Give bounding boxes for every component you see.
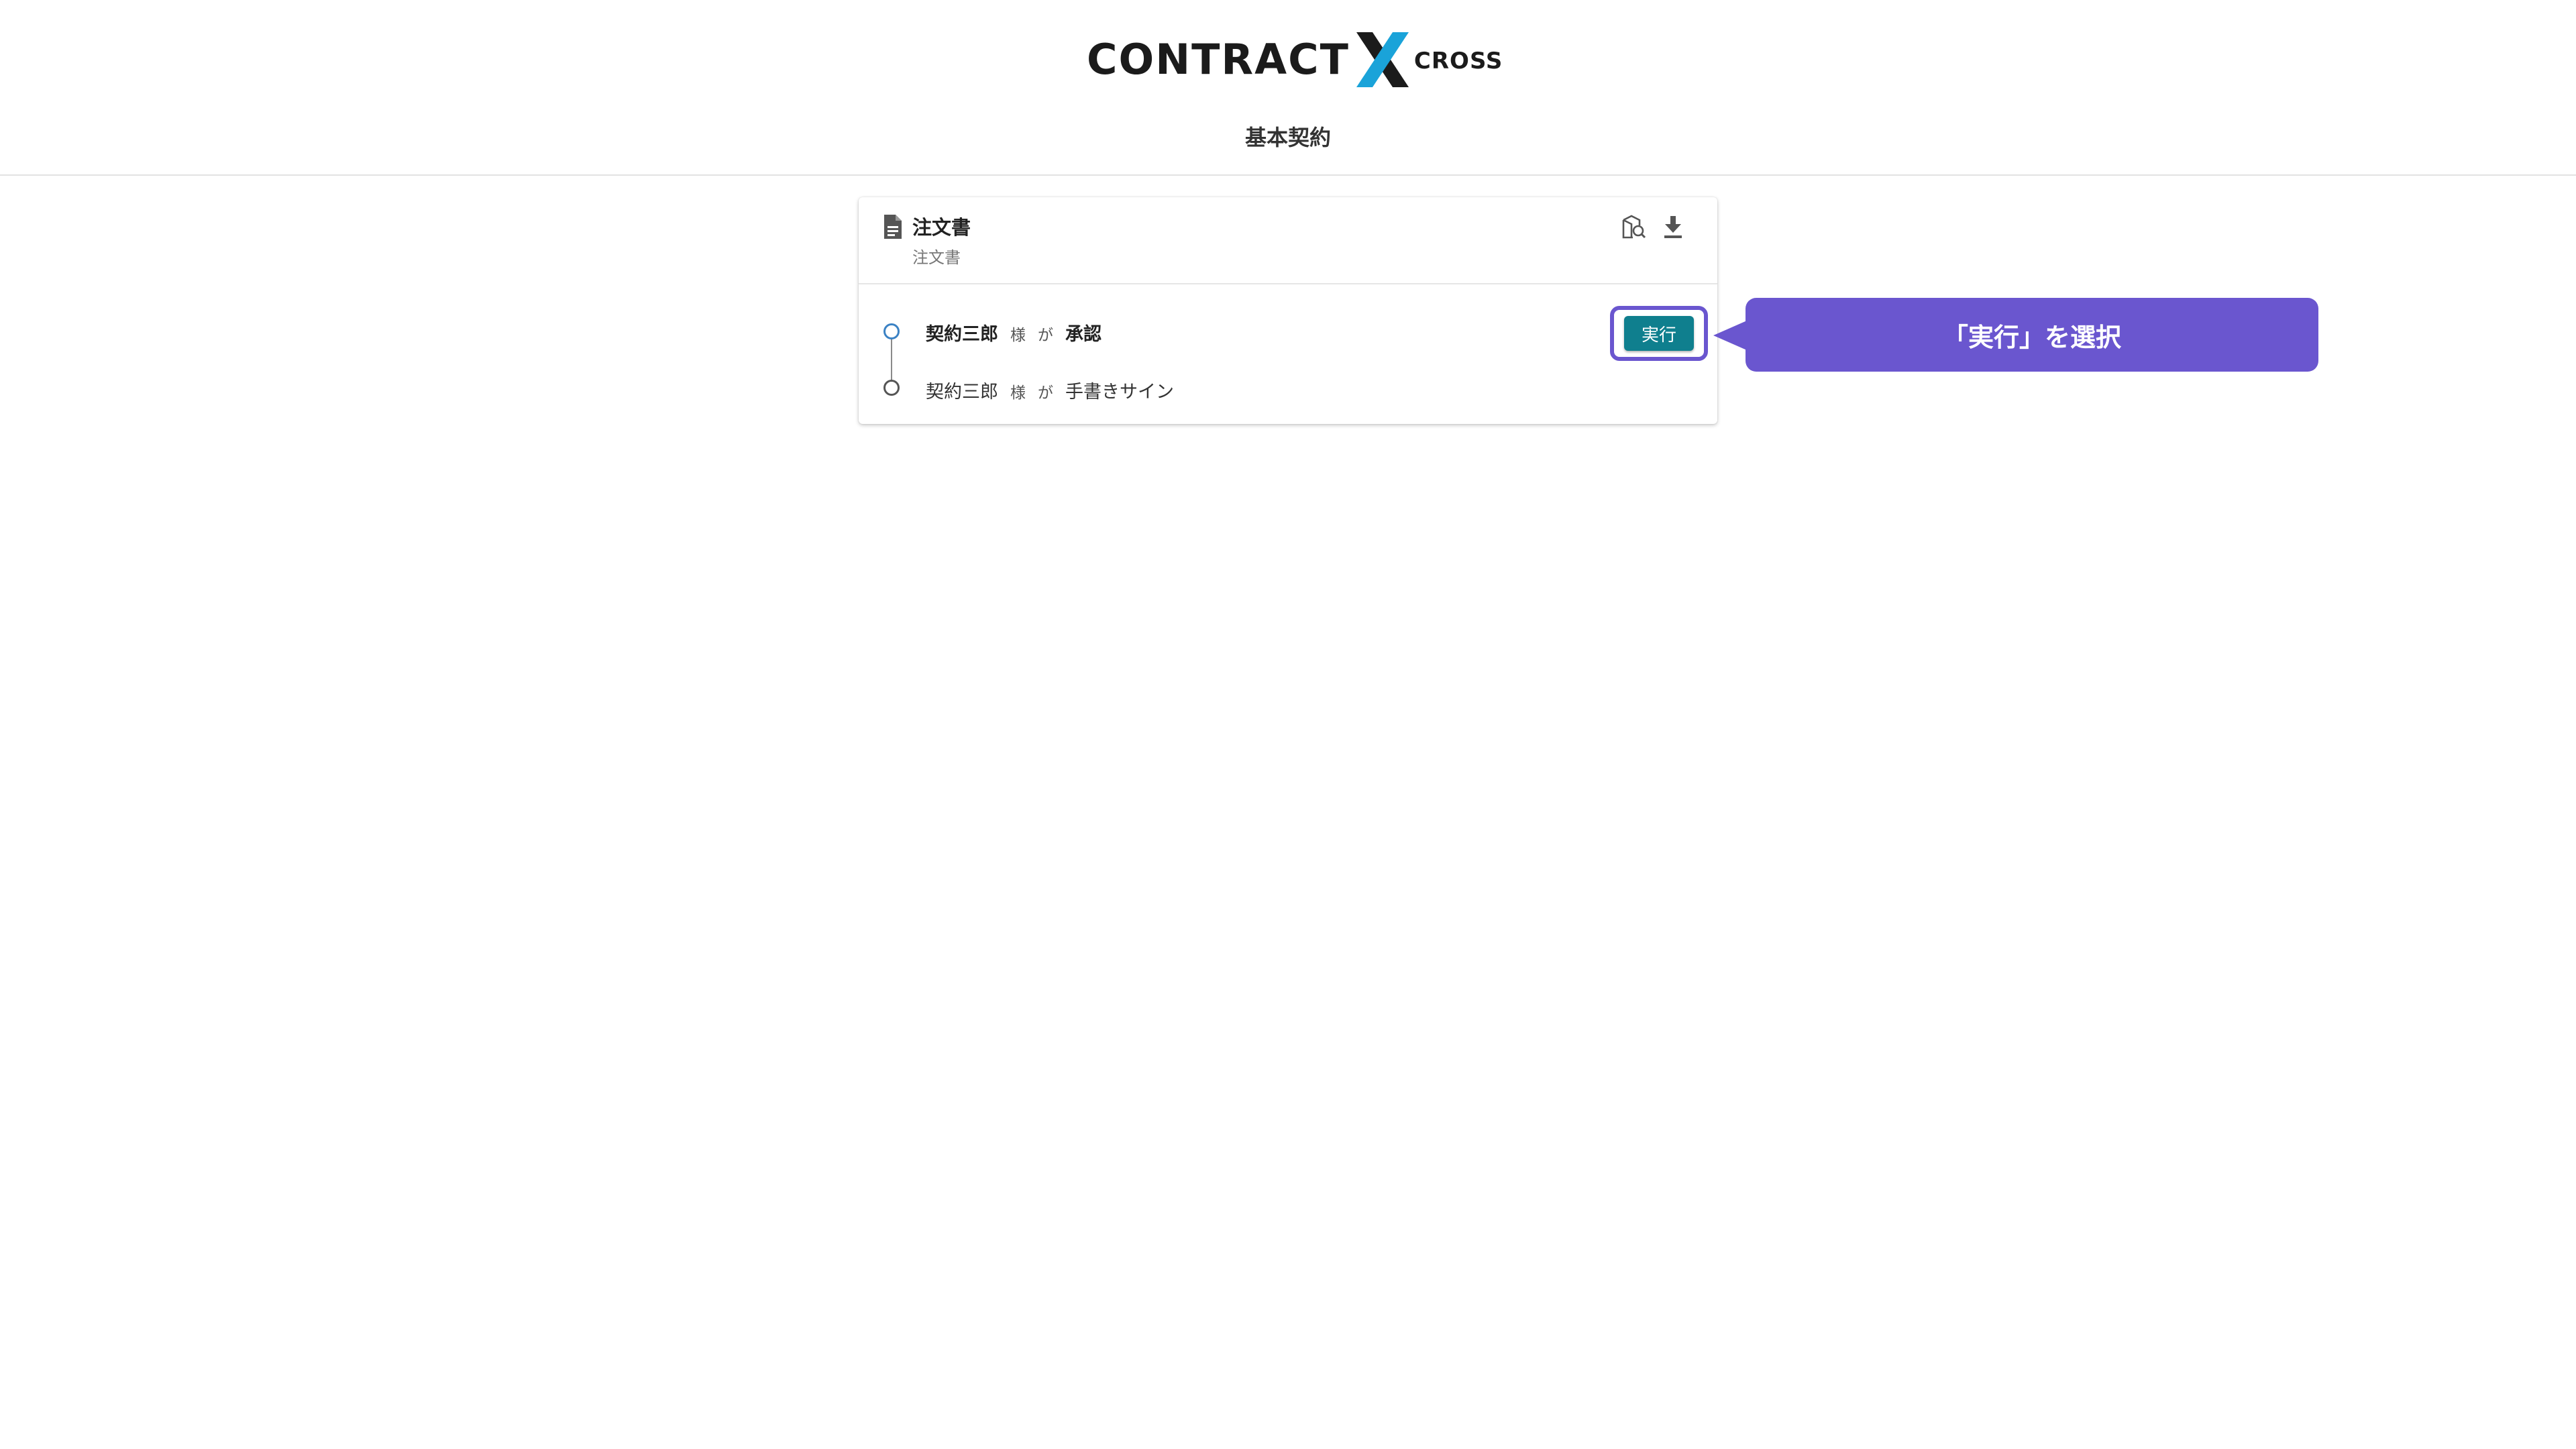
step-honorific: 様 [1010,384,1026,402]
download-icon[interactable] [1657,211,1689,243]
document-subtitle: 注文書 [912,248,961,267]
workflow-step-approve: 契約三郎 様 が 承認 [926,319,1102,345]
location-search-icon[interactable] [1617,211,1649,243]
callout-arrow-icon [1713,321,1747,350]
document-card: 注文書 注文書 契約三郎 様 が 承認 契約三郎 様 が 手書きサイン 実行 [859,197,1717,424]
document-card-header: 注文書 注文書 [859,197,1717,284]
location-search-icon[interactable] [1805,211,1837,243]
step-particle: が [1038,327,1053,344]
contractx-logo: CONTRACT CROSS [1087,30,1502,90]
step-status-active-icon [883,323,900,339]
step-signer-name: 契約三郎 [926,382,998,402]
step-status-pending-icon [883,380,900,396]
page-title: 基本契約 [1244,125,1331,150]
logo-text-contract: CONTRACT [1087,35,1350,84]
logo-text-cross: CROSS [1413,48,1503,74]
instruction-callout: 「実行」を選択 [1746,298,2318,372]
workflow-step-handwritten-sign: 契約三郎 様 が 手書きサイン [926,377,1174,403]
logo-x-mark [1352,30,1413,90]
execute-button[interactable]: 実行 [1624,316,1694,351]
step-action: 承認 [1065,324,1102,345]
step-signer-name: 契約三郎 [926,324,998,345]
step-honorific: 様 [1010,327,1026,344]
step-particle: が [1038,384,1053,402]
document-icon [883,213,903,240]
app-header: CONTRACT CROSS 基本契約 [0,0,2576,176]
step-action: 手書きサイン [1065,382,1174,402]
execute-button-highlight: 実行 [1610,306,1708,361]
document-title: 注文書 [912,216,971,239]
